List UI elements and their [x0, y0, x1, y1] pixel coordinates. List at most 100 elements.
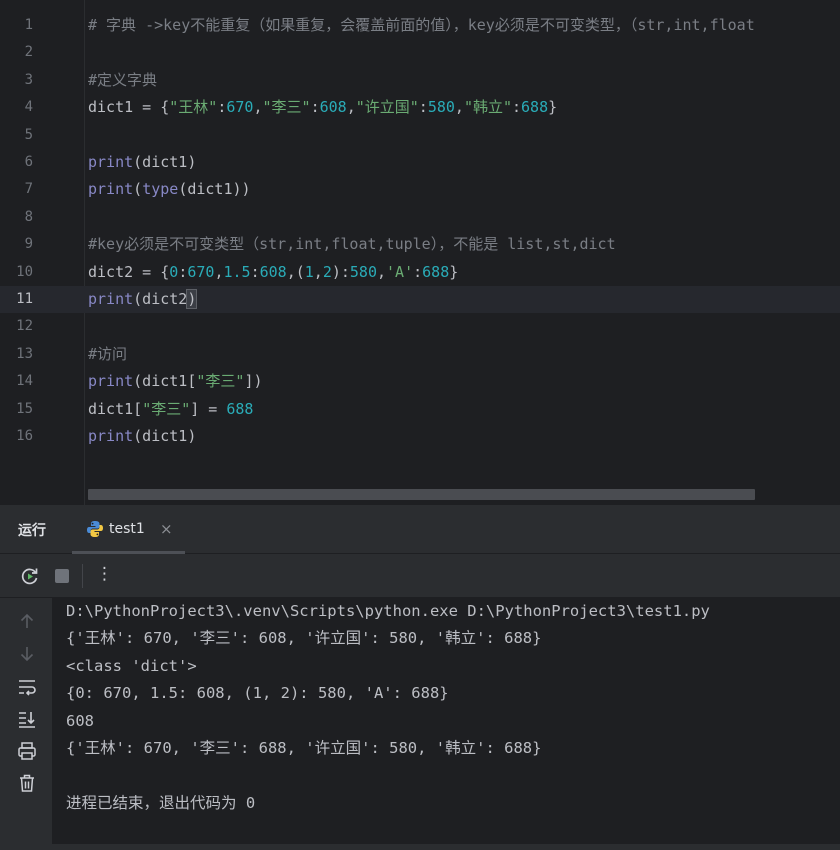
code-token: ): — [331, 262, 350, 281]
trash-icon[interactable] — [16, 772, 38, 794]
code-line[interactable]: 16 print(dict1) — [0, 423, 840, 450]
code-text[interactable]: # 字典 ->key不能重复（如果重复，会覆盖前面的值），key必须是不可变类型… — [88, 12, 755, 39]
line-number: 13 — [16, 345, 33, 362]
code-token: #访问 — [88, 344, 128, 363]
code-editor[interactable]: 1 # 字典 ->key不能重复（如果重复，会覆盖前面的值），key必须是不可变类… — [0, 0, 840, 505]
code-line[interactable]: 1 # 字典 ->key不能重复（如果重复，会覆盖前面的值），key必须是不可变类… — [0, 12, 840, 39]
code-token: "李三" — [262, 98, 311, 117]
code-token: 2 — [322, 262, 332, 281]
code-token: # 字典 ->key不能重复（如果重复，会覆盖前面的值），key必须是不可变类型… — [88, 16, 755, 34]
code-token: : — [413, 262, 423, 281]
run-panel-title: 运行 — [18, 523, 46, 539]
code-text[interactable]: dict2 = {0:670,1.5:608,(1,2):580,'A':688… — [88, 259, 458, 286]
arrow-up-icon[interactable] — [16, 610, 38, 632]
code-token: 670 — [187, 262, 215, 281]
code-token: 0 — [169, 262, 179, 281]
code-token: : — [418, 98, 428, 117]
code-line[interactable]: 9 #key必须是不可变类型（str,int,float,tuple），不能是 l… — [0, 231, 840, 258]
code-token: 670 — [226, 98, 254, 117]
code-token: } — [449, 262, 459, 281]
code-text[interactable]: dict1["李三"] = 688 — [88, 396, 253, 423]
console-line: 进程已结束，退出代码为 0 — [66, 793, 256, 812]
stop-icon[interactable] — [52, 566, 72, 586]
code-line[interactable]: 12 — [0, 313, 840, 340]
line-number: 12 — [16, 318, 33, 335]
line-number: 3 — [24, 71, 33, 88]
code-token: , — [313, 262, 323, 281]
code-line[interactable]: 8 — [0, 204, 840, 231]
code-line[interactable]: 15 dict1["李三"] = 688 — [0, 396, 840, 423]
code-token: type — [142, 180, 179, 199]
line-number: 10 — [16, 263, 33, 280]
code-token: "韩立" — [463, 98, 512, 117]
code-token: print — [88, 372, 134, 391]
code-line[interactable]: 6 print(dict1) — [0, 149, 840, 176]
code-token: dict1 = { — [88, 98, 170, 117]
scroll-to-end-icon[interactable] — [16, 708, 38, 730]
code-token: 580 — [427, 98, 455, 117]
code-line[interactable]: 10 dict2 = {0:670,1.5:608,(1,2):580,'A':6… — [0, 259, 840, 286]
code-token: "许立国" — [355, 98, 419, 117]
code-token: #定义字典 — [88, 70, 158, 89]
horizontal-scrollbar[interactable] — [88, 489, 755, 500]
code-text[interactable]: #定义字典 — [88, 67, 157, 94]
code-line[interactable]: 5 — [0, 122, 840, 149]
code-token: 'A' — [386, 262, 414, 281]
code-token: (dict1) — [133, 427, 197, 445]
line-number: 2 — [24, 44, 33, 61]
console-line: D:\PythonProject3\.venv\Scripts\python.e… — [66, 602, 710, 620]
code-token: 1 — [304, 262, 314, 281]
code-token: "李三" — [196, 372, 245, 391]
code-token: : — [310, 98, 320, 117]
console-side-toolbar — [0, 598, 52, 850]
rerun-icon[interactable] — [20, 566, 40, 586]
more-vertical-icon[interactable]: ⋮ — [96, 564, 113, 584]
console-output[interactable]: D:\PythonProject3\.venv\Scripts\python.e… — [52, 598, 840, 844]
console-line: 608 — [66, 711, 94, 730]
code-text[interactable]: print(type(dict1)) — [88, 176, 251, 203]
code-token: (dict2 — [133, 290, 188, 308]
code-text[interactable]: print(dict2) — [88, 286, 198, 313]
code-line[interactable]: 13 #访问 — [0, 341, 840, 368]
line-number: 8 — [24, 208, 33, 225]
toolbar-separator — [82, 564, 83, 588]
code-token: 608 — [259, 262, 287, 281]
code-token: "王林" — [169, 98, 218, 117]
line-number: 4 — [24, 99, 33, 116]
tab-test1[interactable]: test1 × — [72, 506, 185, 554]
code-line[interactable]: 3 #定义字典 — [0, 67, 840, 94]
code-line[interactable]: 14 print(dict1["李三"]) — [0, 368, 840, 395]
console-line: <class 'dict'> — [66, 656, 197, 675]
line-number: 1 — [24, 17, 33, 33]
code-text[interactable]: print(dict1) — [88, 423, 196, 450]
run-toolbar: ⋮ — [0, 554, 840, 598]
line-number: 6 — [24, 154, 33, 170]
code-line[interactable]: 11 print(dict2) — [0, 286, 840, 314]
soft-wrap-icon[interactable] — [16, 676, 38, 698]
print-icon[interactable] — [16, 740, 38, 762]
line-number: 5 — [24, 126, 33, 143]
line-number: 16 — [16, 428, 33, 444]
console-line: {'王林': 670, '李三': 688, '许立国': 580, '韩立':… — [66, 739, 542, 757]
code-token: ,( — [286, 262, 305, 281]
close-icon[interactable]: × — [160, 520, 173, 538]
code-token: : — [178, 262, 188, 281]
code-text[interactable]: print(dict1) — [88, 149, 196, 176]
code-token: : — [512, 98, 522, 117]
code-token: 608 — [319, 98, 347, 117]
code-line[interactable]: 4 dict1 = {"王林":670,"李三":608,"许立国":580,"韩… — [0, 94, 840, 121]
code-text[interactable]: #key必须是不可变类型（str,int,float,tuple），不能是 li… — [88, 231, 616, 258]
code-text[interactable]: print(dict1["李三"]) — [88, 368, 263, 395]
code-text[interactable]: dict1 = {"王林":670,"李三":608,"许立国":580,"韩立… — [88, 94, 557, 121]
code-token: 580 — [349, 262, 377, 281]
arrow-down-icon[interactable] — [16, 643, 38, 665]
code-line[interactable]: 2 — [0, 39, 840, 66]
code-line[interactable]: 7 print(type(dict1)) — [0, 176, 840, 203]
line-number: 7 — [24, 181, 33, 198]
line-number: 11 — [16, 291, 33, 307]
line-number: 9 — [24, 236, 33, 253]
code-token: print — [88, 180, 134, 199]
code-token: ( — [133, 180, 143, 199]
run-tab-bar: 运行 test1 × — [0, 506, 840, 554]
code-text[interactable]: #访问 — [88, 341, 127, 368]
